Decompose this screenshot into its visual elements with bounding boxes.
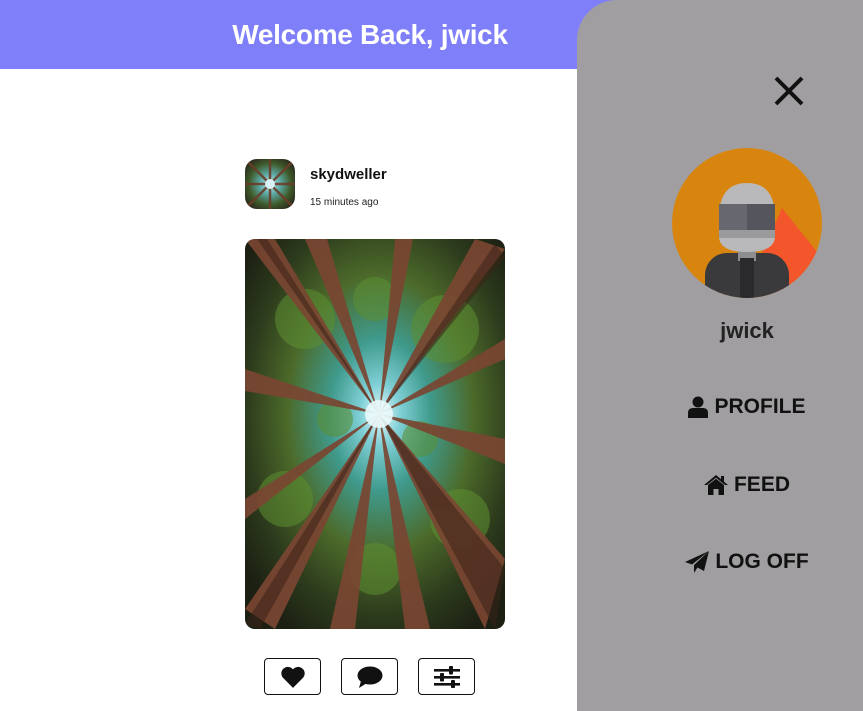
nav-item-label: FEED <box>733 473 790 496</box>
close-icon <box>774 76 804 106</box>
nav-item-log-off[interactable]: LOG OFF <box>577 550 863 574</box>
side-drawer: jwick PROFILE FEED LOG OFF <box>577 0 863 711</box>
post-username[interactable]: skydweller <box>310 166 387 183</box>
user-icon <box>688 396 709 418</box>
post-actions <box>264 658 476 696</box>
nav-item-profile[interactable]: PROFILE <box>577 395 863 419</box>
post-author-avatar[interactable] <box>245 159 295 209</box>
post-timestamp: 15 minutes ago <box>310 197 379 208</box>
paper-plane-icon <box>685 551 710 573</box>
home-icon <box>703 475 728 495</box>
comment-button[interactable] <box>341 658 398 695</box>
close-drawer-button[interactable] <box>773 75 805 107</box>
heart-icon <box>280 666 305 688</box>
nav-item-label: LOG OFF <box>715 550 809 573</box>
like-button[interactable] <box>264 658 321 695</box>
post-header: skydweller 15 minutes ago <box>245 159 545 209</box>
post-image[interactable] <box>245 239 505 629</box>
options-button[interactable] <box>418 658 475 695</box>
drawer-username: jwick <box>720 318 774 343</box>
nav-item-label: PROFILE <box>714 395 806 418</box>
profile-avatar[interactable] <box>672 148 822 298</box>
sliders-icon <box>433 665 460 688</box>
app-page: Welcome Back, jwick skydweller 15 minute… <box>0 0 863 711</box>
comment-icon <box>357 666 382 688</box>
nav-item-feed[interactable]: FEED <box>577 473 863 497</box>
